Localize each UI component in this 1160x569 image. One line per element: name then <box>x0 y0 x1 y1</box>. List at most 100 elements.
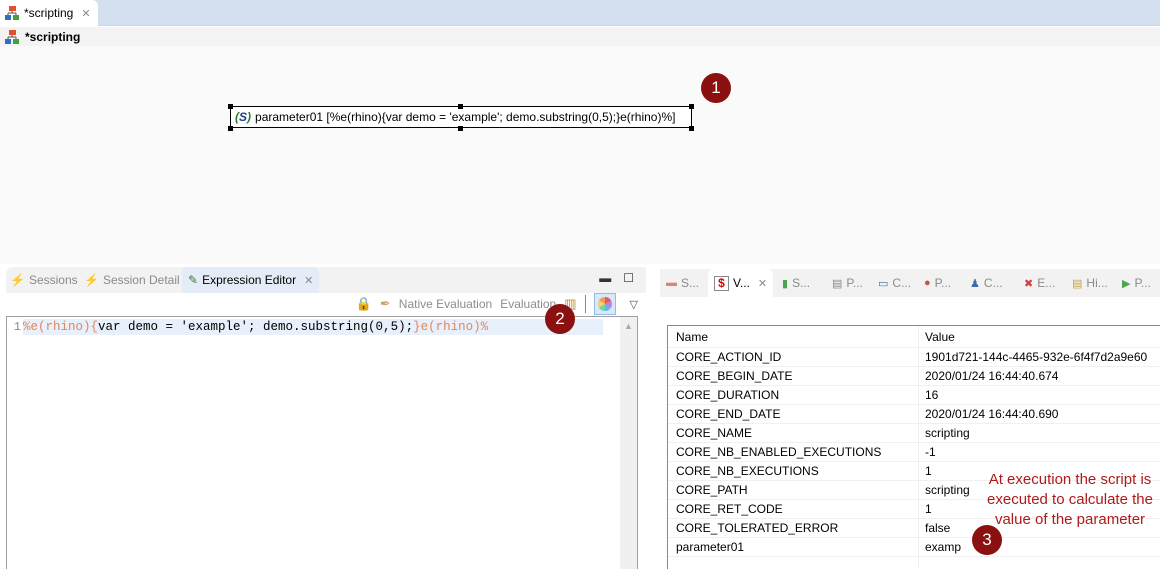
tab-connections[interactable]: ♟ C... <box>970 269 1003 297</box>
tab-sessions[interactable]: ⚡ Sessions <box>10 267 78 293</box>
vertical-scrollbar[interactable]: ▲ <box>620 317 637 569</box>
variable-name: CORE_ACTION_ID <box>668 348 919 366</box>
app-window: *scripting ✕ *scripting (S) parameter01 … <box>0 0 1160 569</box>
native-evaluation-button[interactable]: Native Evaluation <box>399 297 492 311</box>
tab-label: P... <box>846 276 863 290</box>
tab-expression-editor[interactable]: ✎ Expression Editor ✕ <box>182 267 320 293</box>
code-text[interactable]: %e(rhino){var demo = 'example'; demo.sub… <box>23 319 603 335</box>
lock-icon[interactable]: 🔒 <box>356 296 372 312</box>
steps-icon: ▬ <box>666 277 677 289</box>
maximize-icon[interactable]: ☐ <box>623 271 634 285</box>
tab-console[interactable]: ▭ C... <box>878 269 911 297</box>
window-controls: ▬ ☐ <box>599 271 634 285</box>
tab-privileges[interactable]: ● P... <box>924 269 951 297</box>
code-editor[interactable]: 1 %e(rhino){var demo = 'example'; demo.s… <box>6 316 638 569</box>
history-icon: ▤ <box>1072 277 1083 290</box>
tab-label: Expression Editor <box>202 273 297 287</box>
tab-errors[interactable]: ✖ E... <box>1024 269 1055 297</box>
variable-name: CORE_NB_ENABLED_EXECUTIONS <box>668 443 919 461</box>
tab-steps[interactable]: ▬ S... <box>666 269 699 297</box>
tab-variables[interactable]: $ V... ✕ <box>708 269 774 297</box>
selection-handle[interactable] <box>689 104 694 109</box>
parameter-node[interactable]: (S) parameter01 [%e(rhino){var demo = 'e… <box>230 106 692 128</box>
code-line: 1 %e(rhino){var demo = 'example'; demo.s… <box>7 319 603 335</box>
line-number: 1 <box>13 320 21 334</box>
selection-handle[interactable] <box>689 126 694 131</box>
toolbar-separator <box>584 295 586 313</box>
scripting-variable-icon: (S) <box>235 110 252 124</box>
variable-name: CORE_TOLERATED_ERROR <box>668 519 919 537</box>
table-row[interactable]: CORE_NAME scripting <box>668 424 1160 443</box>
console-icon: ▭ <box>878 277 889 290</box>
table-row-empty <box>668 557 1160 569</box>
editor-tab-label: *scripting <box>24 6 74 20</box>
variable-name: CORE_NB_EXECUTIONS <box>668 462 919 480</box>
code-tag-close: }e(rhino)% <box>413 320 489 334</box>
step-badge-1: 1 <box>701 73 731 103</box>
column-header-name[interactable]: Name <box>668 326 919 347</box>
parameter-node-label: parameter01 [%e(rhino){var demo = 'examp… <box>255 110 676 124</box>
variable-value: -1 <box>925 445 936 459</box>
code-tag-open: %e(rhino){ <box>23 320 99 334</box>
tab-label: P... <box>1134 276 1151 290</box>
selection-handle[interactable] <box>228 104 233 109</box>
diagram-canvas[interactable] <box>0 46 1160 264</box>
tab-progress[interactable]: ▶ P... <box>1122 269 1151 297</box>
variable-value: scripting <box>925 426 970 440</box>
scroll-up-icon[interactable]: ▲ <box>620 321 637 331</box>
variable-value: 16 <box>925 388 939 402</box>
close-icon[interactable]: ✕ <box>758 277 767 290</box>
tab-session-detail[interactable]: ⚡ Session Detail <box>84 267 180 293</box>
table-row[interactable]: CORE_NB_ENABLED_EXECUTIONS -1 <box>668 443 1160 462</box>
variable-name: CORE_DURATION <box>668 386 919 404</box>
selection-handle[interactable] <box>458 126 463 131</box>
editor-tab-scripting[interactable]: *scripting ✕ <box>0 0 98 26</box>
variable-value: 2020/01/24 16:44:40.690 <box>925 407 1059 421</box>
errors-icon: ✖ <box>1024 277 1034 290</box>
expression-editor-icon: ✎ <box>188 273 199 287</box>
variable-value: 2020/01/24 16:44:40.674 <box>925 369 1059 383</box>
editor-title: *scripting <box>25 29 81 44</box>
editor-header: *scripting <box>0 27 1160 46</box>
tab-label: Hi... <box>1086 276 1108 290</box>
table-row[interactable]: CORE_END_DATE 2020/01/24 16:44:40.690 <box>668 405 1160 424</box>
table-body: CORE_ACTION_ID 1901d721-144c-4465-932e-6f… <box>668 348 1160 569</box>
view-menu-icon[interactable]: ▽ <box>630 298 638 311</box>
variable-name: CORE_PATH <box>668 481 919 499</box>
variable-name: parameter01 <box>668 538 919 556</box>
table-header: Name Value <box>668 326 1160 348</box>
privileges-icon: ● <box>924 277 931 289</box>
properties-icon: ▤ <box>832 277 843 290</box>
variable-name: CORE_BEGIN_DATE <box>668 367 919 385</box>
table-row[interactable]: parameter01 examp <box>668 538 1160 557</box>
table-row[interactable]: CORE_DURATION 16 <box>668 386 1160 405</box>
column-header-value[interactable]: Value <box>919 326 1160 347</box>
close-icon[interactable]: ✕ <box>304 274 313 287</box>
selection-handle[interactable] <box>228 126 233 131</box>
tab-label: Session Detail <box>102 273 180 287</box>
tab-label: P... <box>934 276 952 290</box>
variable-name: CORE_RET_CODE <box>668 500 919 518</box>
table-row[interactable]: CORE_ACTION_ID 1901d721-144c-4465-932e-6f… <box>668 348 1160 367</box>
table-row[interactable]: CORE_BEGIN_DATE 2020/01/24 16:44:40.674 <box>668 367 1160 386</box>
color-toggle-button[interactable] <box>593 293 616 315</box>
tab-statistics[interactable]: ▮ S... <box>782 269 810 297</box>
selection-handle[interactable] <box>458 104 463 109</box>
tab-properties[interactable]: ▤ P... <box>832 269 863 297</box>
panel-tab-bar: ⚡ Sessions ⚡ Session Detail ✎ Expression… <box>6 267 646 293</box>
variable-value: examp <box>925 540 962 554</box>
empty-cell <box>919 557 1160 569</box>
minimize-icon[interactable]: ▬ <box>599 271 611 285</box>
statistics-icon: ▮ <box>782 277 789 290</box>
palette-icon <box>597 297 612 311</box>
tab-label: E... <box>1037 276 1056 290</box>
variables-icon: $ <box>714 275 729 291</box>
session-detail-icon: ⚡ <box>84 273 99 287</box>
tab-label: S... <box>681 276 700 290</box>
empty-cell <box>668 557 919 569</box>
pen-icon[interactable]: ✒ <box>380 296 391 312</box>
tab-history[interactable]: ▤ Hi... <box>1072 269 1108 297</box>
lightning-icon: ⚡ <box>10 273 25 287</box>
close-icon[interactable]: ✕ <box>81 7 90 20</box>
tab-label: C... <box>892 276 912 290</box>
